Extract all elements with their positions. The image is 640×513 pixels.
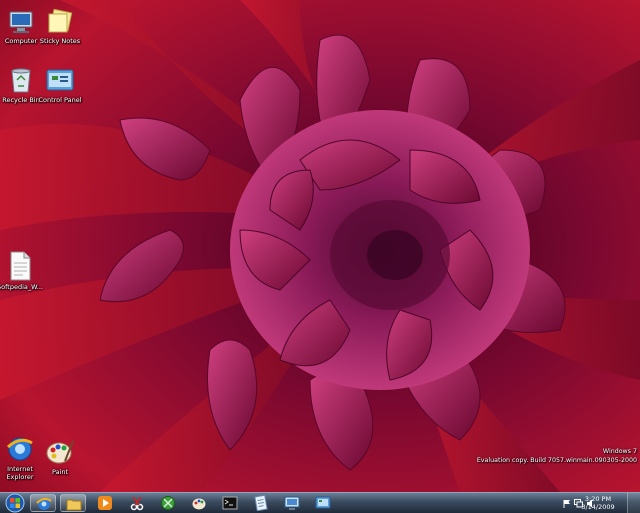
recycle-bin-icon — [11, 68, 31, 93]
computer-icon — [9, 11, 33, 33]
wallpaper-dahlia — [0, 0, 640, 492]
sticky-notes-icon — [48, 8, 73, 33]
taskbar-clock[interactable]: 3:20 PM 3/14/2009 — [578, 495, 618, 511]
xbox-icon — [161, 496, 175, 510]
taskbar-button-paint[interactable] — [186, 494, 212, 512]
text-file-icon — [10, 251, 31, 281]
notepad-icon — [254, 495, 268, 511]
taskbar-button-control-panel[interactable] — [310, 494, 336, 512]
desktop-icon-text-file[interactable]: Softpedia_W... — [0, 250, 46, 291]
desktop[interactable]: Computer Sticky Notes Recycle Bin Contro… — [0, 0, 640, 492]
internet-explorer-icon — [6, 437, 33, 461]
taskbar-button-xbox[interactable] — [155, 494, 181, 512]
taskbar-button-remote-desktop[interactable] — [279, 494, 305, 512]
internet-explorer-icon — [36, 497, 52, 510]
control-panel-icon — [315, 496, 331, 509]
start-button[interactable] — [3, 493, 27, 513]
desktop-icon-control-panel[interactable]: Control Panel — [34, 67, 86, 104]
clock-date: 3/14/2009 — [581, 503, 615, 511]
desktop-icon-label: Sticky Notes — [39, 37, 81, 45]
media-player-icon — [98, 496, 112, 510]
desktop-icon-label: Paint — [51, 468, 69, 476]
paint-icon — [46, 440, 74, 464]
taskbar-button-command-prompt[interactable] — [217, 494, 243, 512]
watermark-os-name: Windows 7 — [602, 448, 637, 455]
build-watermark: Windows 7 Evaluation copy. Build 7057.wi… — [477, 447, 637, 465]
control-panel-icon — [46, 69, 74, 91]
watermark-build-info: Evaluation copy. Build 7057.winmain.0903… — [476, 457, 637, 464]
taskbar-button-media-player[interactable] — [92, 494, 118, 512]
desktop-icon-sticky-notes[interactable]: Sticky Notes — [34, 8, 86, 45]
taskbar-button-notepad[interactable] — [248, 494, 274, 512]
remote-desktop-icon — [284, 496, 300, 510]
notification-area: 3:20 PM 3/14/2009 — [550, 493, 640, 513]
taskbar-button-internet-explorer[interactable] — [30, 494, 56, 512]
windows-explorer-icon — [66, 499, 82, 511]
paint-icon — [192, 498, 206, 510]
desktop-icon-label: Softpedia_W... — [0, 283, 43, 291]
desktop-icon-label: Control Panel — [38, 96, 82, 104]
action-center-flag-icon[interactable] — [563, 499, 571, 508]
taskbar-button-windows-explorer[interactable] — [60, 494, 86, 512]
command-prompt-icon — [222, 496, 238, 510]
taskbar-button-snipping-tool[interactable] — [124, 494, 150, 512]
show-desktop-button[interactable] — [627, 493, 640, 513]
desktop-icon-paint[interactable]: Paint — [34, 437, 86, 476]
snipping-tool-icon — [130, 496, 144, 511]
taskbar: 3:20 PM 3/14/2009 — [0, 492, 640, 513]
clock-time: 3:20 PM — [584, 495, 612, 503]
start-orb-icon — [5, 493, 25, 513]
